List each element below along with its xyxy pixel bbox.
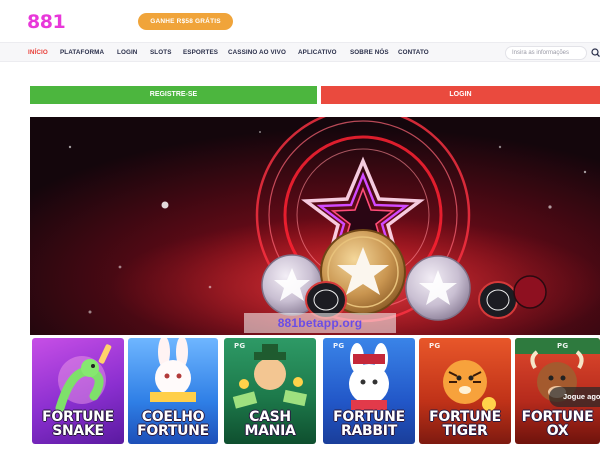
nav-item-esportes[interactable]: ESPORTES [183, 49, 218, 56]
promo-button[interactable]: GANHE R$58 GRÁTIS [138, 13, 233, 30]
nav-item-aplicativo[interactable]: APLICATIVO [298, 49, 337, 56]
banner-art [30, 117, 600, 335]
nav-item-plataforma[interactable]: PLATAFORMA [60, 49, 104, 56]
game-list: FORTUNE SNAKE COELHO FORTUNE PG CASH MANIA [30, 338, 600, 446]
game-title: FORTUNE RABBIT [333, 409, 405, 439]
game-card-fortune-tiger[interactable]: PG FORTUNE TIGER [419, 338, 511, 444]
register-button[interactable]: REGISTRE-SE [30, 86, 317, 104]
hero-banner[interactable] [30, 117, 600, 335]
nav-item-login[interactable]: LOGIN [117, 49, 137, 56]
site-logo[interactable]: 881 [27, 11, 66, 33]
game-title: FORTUNE SNAKE [42, 409, 114, 439]
search-placeholder: Insira as informações [512, 50, 570, 56]
play-now-button[interactable]: Jogue agora [549, 387, 600, 407]
banner-watermark: 881betapp.org [244, 313, 396, 333]
game-title: COELHO FORTUNE [137, 409, 209, 439]
nav-item-sobre-nos[interactable]: SOBRE NÓS [350, 49, 389, 56]
login-button[interactable]: LOGIN [321, 86, 600, 104]
search-icon[interactable] [591, 47, 600, 59]
game-title: FORTUNE TIGER [429, 409, 501, 439]
game-card-cash-mania[interactable]: PG CASH MANIA [224, 338, 316, 444]
nav-item-inicio[interactable]: INÍCIO [28, 49, 48, 56]
provider-logo: PG [333, 342, 345, 350]
provider-logo: PG [429, 342, 441, 350]
nav-item-slots[interactable]: SLOTS [150, 49, 172, 56]
game-card-fortune-snake[interactable]: FORTUNE SNAKE [32, 338, 124, 444]
site-header: 881 GANHE R$58 GRÁTIS [0, 0, 600, 42]
main-nav: INÍCIO PLATAFORMA LOGIN SLOTS ESPORTES C… [0, 42, 600, 62]
game-title: FORTUNE OX [521, 409, 594, 439]
search-input[interactable]: Insira as informações [505, 46, 587, 60]
game-card-coelho-fortune[interactable]: COELHO FORTUNE [128, 338, 218, 444]
nav-item-cassino-ao-vivo[interactable]: CASSINO AO VIVO [228, 49, 286, 56]
game-title: CASH MANIA [244, 409, 296, 439]
provider-logo: PG [234, 342, 246, 350]
provider-logo: PG [557, 342, 569, 350]
nav-item-contato[interactable]: CONTATO [398, 49, 429, 56]
game-card-fortune-rabbit[interactable]: PG FORTUNE RABBIT [323, 338, 415, 444]
